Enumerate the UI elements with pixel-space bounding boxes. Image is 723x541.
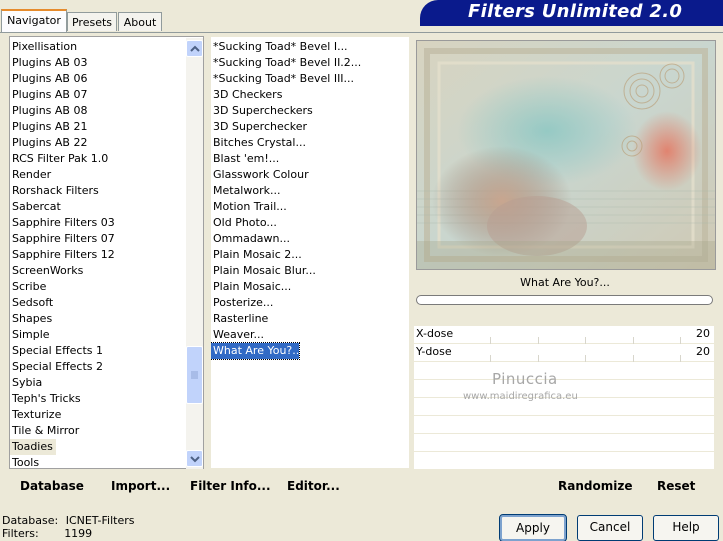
import-button[interactable]: Import... [111, 479, 170, 493]
randomize-button[interactable]: Randomize [558, 479, 632, 493]
selected-filter-name: What Are You?... [520, 276, 610, 289]
reset-button[interactable]: Reset [657, 479, 695, 493]
category-list-item[interactable]: Simple [10, 327, 50, 343]
slider-track[interactable] [490, 351, 681, 362]
category-list-item[interactable]: Plugins AB 06 [10, 71, 87, 87]
chevron-up-icon [190, 45, 200, 52]
category-list-item[interactable]: Plugins AB 22 [10, 135, 87, 151]
param-label: X-dose [416, 327, 454, 340]
param-value: 20 [696, 327, 710, 340]
category-list-item[interactable]: Render [10, 167, 51, 183]
status-database-value: ICNET-Filters [65, 514, 135, 527]
category-list-item[interactable]: Rorshack Filters [10, 183, 99, 199]
filter-list-item[interactable]: Old Photo... [211, 215, 277, 231]
param-empty-row [414, 452, 714, 470]
watermark-name: Pinuccia [492, 370, 558, 388]
tab-presets[interactable]: Presets [67, 12, 117, 31]
editor-button[interactable]: Editor... [287, 479, 340, 493]
param-x-dose[interactable]: X-dose 20 [414, 326, 714, 344]
category-list-item[interactable]: Plugins AB 21 [10, 119, 87, 135]
filter-list-item[interactable]: 3D Supercheckers [211, 103, 313, 119]
filter-info-button[interactable]: Filter Info... [190, 479, 271, 493]
category-list-item[interactable]: Toadies [10, 439, 56, 455]
param-empty-row [414, 362, 714, 380]
param-empty-row [414, 434, 714, 452]
slider-track[interactable] [490, 333, 681, 344]
tab-about[interactable]: About [118, 12, 162, 31]
filter-list-item[interactable]: 3D Superchecker [211, 119, 307, 135]
filter-list-item[interactable]: *Sucking Toad* Bevel III... [211, 71, 354, 87]
filter-list-item[interactable]: Plain Mosaic 2... [211, 247, 302, 263]
category-list-item[interactable]: Texturize [10, 407, 61, 423]
filter-list-item[interactable]: Blast 'em!... [211, 151, 279, 167]
category-scrollbar[interactable] [186, 38, 203, 469]
category-list-item[interactable]: Pixellisation [10, 39, 77, 55]
status-database-label: Database: [2, 514, 59, 527]
cancel-button[interactable]: Cancel [577, 515, 643, 541]
param-label: Y-dose [416, 345, 452, 358]
filter-list-item[interactable]: Glasswork Colour [211, 167, 309, 183]
database-button[interactable]: Database [20, 479, 84, 493]
filter-list[interactable]: *Sucking Toad* Bevel I... *Sucking Toad* … [210, 36, 410, 469]
category-list-item[interactable]: Sapphire Filters 03 [10, 215, 115, 231]
chevron-down-icon [190, 456, 200, 463]
category-list-item[interactable]: Shapes [10, 311, 52, 327]
category-list-item[interactable]: Tile & Mirror [10, 423, 79, 439]
filter-list-item[interactable]: Rasterline [211, 311, 268, 327]
category-list-item[interactable]: Sybia [10, 375, 42, 391]
category-list-item[interactable]: ScreenWorks [10, 263, 83, 279]
category-list-item[interactable]: Sapphire Filters 12 [10, 247, 115, 263]
scroll-thumb[interactable] [186, 346, 203, 404]
filter-list-item[interactable]: Bitches Crystal... [211, 135, 306, 151]
param-value: 20 [696, 345, 710, 358]
preview-image [416, 40, 716, 270]
scroll-down-button[interactable] [186, 450, 203, 467]
filter-list-item[interactable]: *Sucking Toad* Bevel I... [211, 39, 348, 55]
apply-button[interactable]: Apply [499, 514, 567, 541]
category-list-item[interactable]: Plugins AB 03 [10, 55, 87, 71]
help-button[interactable]: Help [653, 515, 719, 541]
category-list-item[interactable]: RCS Filter Pak 1.0 [10, 151, 108, 167]
scroll-up-button[interactable] [186, 40, 203, 57]
status-database: Database: ICNET-Filters [2, 514, 134, 527]
filter-list-item[interactable]: Motion Trail... [211, 199, 287, 215]
category-list[interactable]: Pixellisation Plugins AB 03 Plugins AB 06 P… [9, 36, 204, 469]
param-y-dose[interactable]: Y-dose 20 [414, 344, 714, 362]
category-list-item[interactable]: Special Effects 2 [10, 359, 103, 375]
filter-list-item[interactable]: *Sucking Toad* Bevel II.2... [211, 55, 361, 71]
category-list-item[interactable]: Plugins AB 08 [10, 103, 87, 119]
grip-icon [191, 371, 198, 379]
watermark-url: www.maidiregrafica.eu [463, 391, 578, 402]
app-title: Filters Unlimited 2.0 [468, 1, 683, 22]
filter-list-item[interactable]: Posterize... [211, 295, 273, 311]
category-list-item[interactable]: Special Effects 1 [10, 343, 103, 359]
progress-bar [416, 295, 713, 305]
filter-list-item[interactable]: What Are You?... [211, 342, 303, 360]
param-empty-row [414, 416, 714, 434]
category-list-item[interactable]: Tools [10, 455, 39, 468]
filter-list-item[interactable]: Weaver... [211, 327, 264, 343]
category-list-item[interactable]: Sedsoft [10, 295, 53, 311]
category-list-item[interactable]: Scribe [10, 279, 46, 295]
filter-list-item[interactable]: Metalwork... [211, 183, 280, 199]
filter-list-item[interactable]: Plain Mosaic Blur... [211, 263, 316, 279]
filter-list-item[interactable]: Ommadawn... [211, 231, 290, 247]
category-list-item[interactable]: Sapphire Filters 07 [10, 231, 115, 247]
filter-list-item[interactable]: 3D Checkers [211, 87, 282, 103]
tab-navigator[interactable]: Navigator [1, 9, 67, 32]
category-list-item[interactable]: Teph's Tricks [10, 391, 81, 407]
category-list-item[interactable]: Sabercat [10, 199, 61, 215]
filter-list-item[interactable]: Plain Mosaic... [211, 279, 291, 295]
category-list-item[interactable]: Plugins AB 07 [10, 87, 87, 103]
